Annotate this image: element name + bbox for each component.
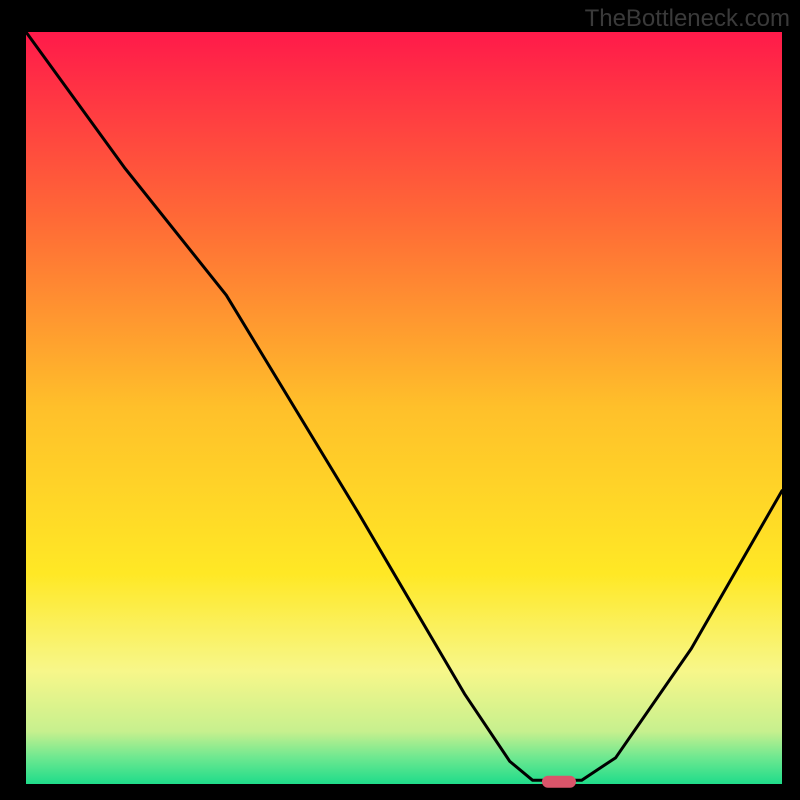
optimal-point-marker <box>542 776 576 788</box>
watermark-text: TheBottleneck.com <box>585 5 790 33</box>
chart-gradient-background <box>26 32 782 784</box>
chart-container: TheBottleneck.com <box>0 0 800 800</box>
bottleneck-chart <box>0 0 800 800</box>
